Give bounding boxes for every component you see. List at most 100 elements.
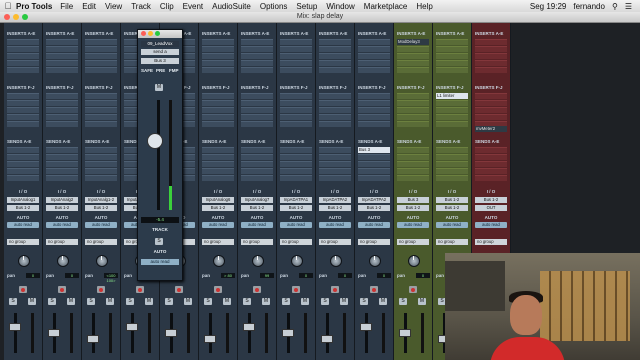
zoom-icon[interactable] <box>155 31 160 36</box>
volume-fader[interactable] <box>282 329 294 337</box>
volume-fader[interactable] <box>243 323 255 331</box>
insert-slot[interactable] <box>241 60 273 66</box>
output-selector[interactable]: Bus 1-2 <box>436 205 468 211</box>
mute-button[interactable]: M <box>301 298 309 305</box>
send-slot[interactable] <box>7 168 39 174</box>
input-selector[interactable]: InputAnalog6 <box>202 197 234 203</box>
solo-button[interactable]: S <box>165 298 173 305</box>
mute-button[interactable]: M <box>340 298 348 305</box>
output-selector[interactable]: Bus 1-2 <box>85 205 117 211</box>
pan-knob[interactable] <box>213 255 225 267</box>
group-selector[interactable]: no group <box>7 239 39 245</box>
automation-mode[interactable]: auto read <box>7 222 39 228</box>
automation-mode[interactable]: auto read <box>397 222 429 228</box>
menu-help[interactable]: Help <box>416 2 432 11</box>
insert-slot[interactable] <box>280 114 312 120</box>
insert-slot[interactable] <box>397 93 429 99</box>
send-slot[interactable] <box>280 154 312 160</box>
solo-button[interactable]: S <box>48 298 56 305</box>
insert-slot[interactable] <box>46 60 78 66</box>
output-selector[interactable]: Bus 1-2 <box>7 205 39 211</box>
send-slot[interactable] <box>358 161 390 167</box>
insert-slot[interactable] <box>46 114 78 120</box>
send-slot[interactable] <box>85 147 117 153</box>
insert-slot[interactable] <box>7 114 39 120</box>
send-slot[interactable] <box>202 161 234 167</box>
plugin-mvmeter[interactable]: mvMeter2 <box>475 126 507 132</box>
group-selector[interactable]: no group <box>46 239 78 245</box>
insert-slot[interactable] <box>85 46 117 52</box>
mute-button[interactable]: M <box>184 298 192 305</box>
solo-button[interactable]: S <box>282 298 290 305</box>
automation-mode[interactable]: auto read <box>85 222 117 228</box>
insert-slot[interactable] <box>436 39 468 45</box>
send-slot[interactable] <box>202 168 234 174</box>
insert-slot[interactable] <box>46 121 78 127</box>
send-slot[interactable] <box>46 175 78 181</box>
insert-slot[interactable] <box>85 93 117 99</box>
insert-slot[interactable] <box>475 93 507 99</box>
list-icon[interactable]: ☰ <box>625 2 632 11</box>
insert-slot[interactable] <box>46 93 78 99</box>
insert-slot[interactable] <box>319 114 351 120</box>
volume-fader[interactable] <box>399 329 411 337</box>
insert-slot[interactable] <box>397 121 429 127</box>
send-slot[interactable] <box>46 154 78 160</box>
group-selector[interactable]: no group <box>319 239 351 245</box>
record-button[interactable] <box>58 286 66 293</box>
insert-slot[interactable] <box>358 60 390 66</box>
input-selector[interactable]: InpADATPA2 <box>358 197 390 203</box>
insert-slot[interactable] <box>241 46 273 52</box>
mute-button[interactable]: M <box>106 298 114 305</box>
send-slot[interactable] <box>280 168 312 174</box>
insert-slot[interactable] <box>280 53 312 59</box>
insert-slot[interactable] <box>202 46 234 52</box>
send-slot[interactable] <box>7 154 39 160</box>
send-slot[interactable] <box>241 168 273 174</box>
insert-slot[interactable] <box>475 53 507 59</box>
insert-slot[interactable] <box>358 53 390 59</box>
menu-audiosuite[interactable]: AudioSuite <box>212 2 251 11</box>
insert-slot[interactable] <box>358 39 390 45</box>
send-bus-selector[interactable]: Bus 3 <box>141 58 179 64</box>
input-selector[interactable]: InputAnalog1 <box>7 197 39 203</box>
insert-slot[interactable] <box>202 39 234 45</box>
send-mute-button[interactable]: M <box>155 84 163 91</box>
insert-slot[interactable] <box>202 67 234 73</box>
insert-slot[interactable] <box>46 46 78 52</box>
insert-slot[interactable] <box>319 100 351 106</box>
insert-slot[interactable] <box>46 67 78 73</box>
input-selector[interactable]: Bus 1-2 <box>475 197 507 203</box>
solo-button[interactable]: S <box>243 298 251 305</box>
send-automation-mode[interactable]: auto read <box>141 259 179 265</box>
volume-fader[interactable] <box>126 323 138 331</box>
group-selector[interactable]: no group <box>85 239 117 245</box>
safe-button[interactable]: SAFE <box>141 68 153 73</box>
automation-mode[interactable]: auto read <box>436 222 468 228</box>
group-selector[interactable]: no group <box>280 239 312 245</box>
insert-slot[interactable] <box>436 114 468 120</box>
send-track-name[interactable]: 09_LeadVox <box>141 41 179 47</box>
send-fader-cap[interactable] <box>147 133 163 149</box>
insert-slot[interactable] <box>358 100 390 106</box>
insert-slot[interactable] <box>241 39 273 45</box>
send-slot[interactable] <box>475 147 507 153</box>
close-icon[interactable] <box>141 31 146 36</box>
insert-slot[interactable] <box>85 121 117 127</box>
record-button[interactable] <box>175 286 183 293</box>
insert-slot[interactable] <box>280 107 312 113</box>
record-button[interactable] <box>136 286 144 293</box>
insert-slot[interactable] <box>436 100 468 106</box>
output-selector[interactable]: Bus 1-2 <box>202 205 234 211</box>
insert-slot[interactable] <box>85 53 117 59</box>
solo-button[interactable]: S <box>204 298 212 305</box>
record-button[interactable] <box>331 286 339 293</box>
insert-slot[interactable] <box>280 60 312 66</box>
mute-button[interactable]: M <box>145 298 153 305</box>
insert-slot[interactable] <box>358 107 390 113</box>
insert-slot[interactable] <box>397 60 429 66</box>
send-slot[interactable] <box>46 147 78 153</box>
send-slot[interactable] <box>397 147 429 153</box>
menu-file[interactable]: File <box>60 2 73 11</box>
menu-setup[interactable]: Setup <box>296 2 317 11</box>
